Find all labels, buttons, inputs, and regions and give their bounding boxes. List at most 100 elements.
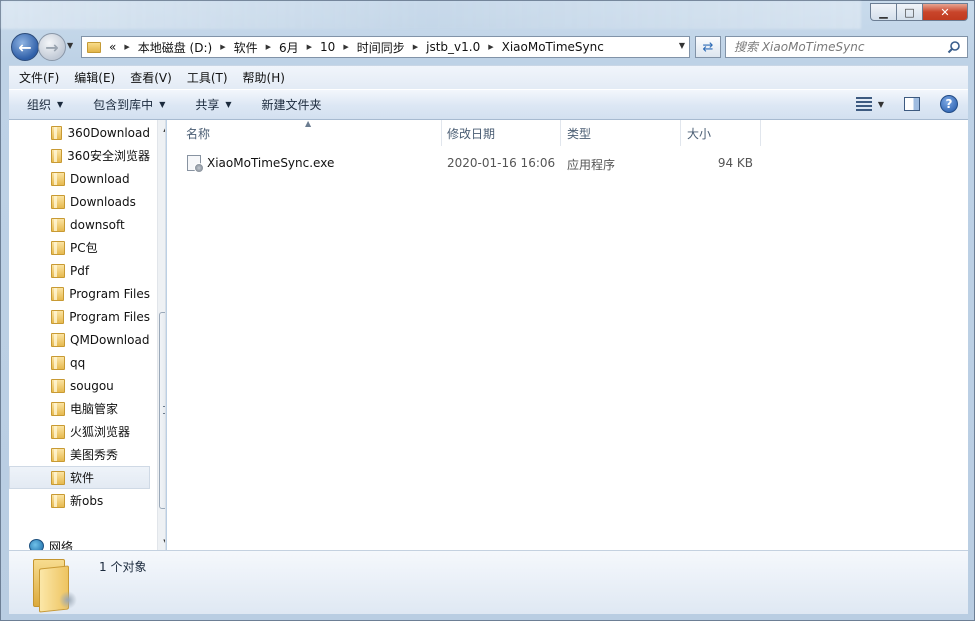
organize-button[interactable]: 组织 ▼: [27, 96, 63, 113]
new-folder-button[interactable]: 新建文件夹: [262, 96, 322, 113]
close-button[interactable]: ✕: [922, 3, 968, 21]
sidebar-item-meitu[interactable]: 美图秀秀: [9, 443, 150, 466]
sidebar-item-qmdownload[interactable]: QMDownload: [9, 328, 150, 351]
forward-button[interactable]: →: [38, 33, 66, 61]
explorer-window: ▁ □ ✕ ← → ▼ « ▶ 本地磁盘 (D:) ▶ 软件 ▶ 6月 ▶ 10…: [0, 0, 975, 621]
menu-view[interactable]: 查看(V): [125, 69, 177, 86]
maximize-button[interactable]: □: [896, 3, 923, 21]
address-bar[interactable]: « ▶ 本地磁盘 (D:) ▶ 软件 ▶ 6月 ▶ 10 ▶ 时间同步 ▶ js…: [81, 36, 690, 58]
column-header-type[interactable]: 类型: [567, 120, 591, 146]
minimize-button[interactable]: ▁: [870, 3, 897, 21]
sidebar-item-360-browser[interactable]: 360安全浏览器: [9, 144, 150, 167]
sidebar-item-downsoft[interactable]: downsoft: [9, 213, 150, 236]
chevron-right-icon[interactable]: ▶: [124, 43, 129, 51]
application-icon: [187, 155, 204, 173]
breadcrumb-item-current[interactable]: XiaoMoTimeSync: [502, 40, 604, 54]
column-divider[interactable]: [441, 120, 442, 146]
sidebar-item-downloads[interactable]: Downloads: [9, 190, 150, 213]
chevron-down-icon[interactable]: ▼: [878, 100, 884, 109]
breadcrumb-item[interactable]: 本地磁盘 (D:): [138, 39, 212, 56]
chevron-right-icon[interactable]: ▶: [266, 43, 271, 51]
refresh-button[interactable]: ⇄: [695, 36, 721, 58]
menu-edit[interactable]: 编辑(E): [69, 69, 120, 86]
sidebar-item-pdf[interactable]: Pdf: [9, 259, 150, 282]
help-icon[interactable]: ?: [940, 95, 958, 113]
include-in-library-label: 包含到库中: [93, 98, 154, 112]
sidebar-item-pc-manager[interactable]: 电脑管家: [9, 397, 150, 420]
sidebar-item-360download[interactable]: 360Download: [9, 121, 150, 144]
preview-pane-icon[interactable]: [904, 97, 920, 111]
sort-ascending-icon: ▲: [305, 119, 312, 128]
folder-icon: [51, 148, 63, 163]
breadcrumb-item[interactable]: 6月: [279, 39, 299, 56]
table-row[interactable]: XiaoMoTimeSync.exe 2020-01-16 16:06 应用程序…: [181, 153, 941, 175]
breadcrumb-item[interactable]: 10: [320, 40, 335, 54]
chevron-right-icon[interactable]: ▶: [413, 43, 418, 51]
menu-file[interactable]: 文件(F): [14, 69, 64, 86]
folder-icon: [51, 470, 65, 485]
menu-bar: 文件(F) 编辑(E) 查看(V) 工具(T) 帮助(H): [9, 65, 968, 89]
file-size: 94 KB: [717, 156, 753, 170]
address-dropdown-icon[interactable]: ▼: [679, 41, 685, 50]
scroll-up-icon[interactable]: ▲: [158, 120, 165, 137]
share-button[interactable]: 共享 ▼: [195, 96, 231, 113]
menu-tools[interactable]: 工具(T): [182, 69, 233, 86]
breadcrumb-item[interactable]: jstb_v1.0: [426, 40, 480, 54]
recent-pages-dropdown[interactable]: ▼: [67, 41, 73, 50]
new-folder-label: 新建文件夹: [261, 98, 322, 112]
title-bar: [1, 1, 861, 29]
sidebar-item-network[interactable]: 网络: [9, 536, 73, 550]
sidebar-item-sougou[interactable]: sougou: [9, 374, 150, 397]
sidebar-item-qq[interactable]: qq: [9, 351, 150, 374]
column-divider[interactable]: [560, 120, 561, 146]
sidebar-item-firefox[interactable]: 火狐浏览器: [9, 420, 150, 443]
include-in-library-button[interactable]: 包含到库中 ▼: [93, 96, 165, 113]
search-box[interactable]: [725, 36, 968, 58]
search-input[interactable]: [734, 40, 944, 54]
column-divider[interactable]: [680, 120, 681, 146]
sidebar-item-new-obs[interactable]: 新obs: [9, 489, 150, 512]
network-icon: [29, 539, 44, 550]
folder-icon: [51, 263, 65, 278]
sidebar-item-software[interactable]: 软件: [9, 466, 150, 489]
column-header-date[interactable]: 修改日期: [447, 120, 495, 146]
back-button[interactable]: ←: [11, 33, 39, 61]
folder-icon: [51, 332, 65, 347]
column-divider[interactable]: [760, 120, 761, 146]
chevron-right-icon[interactable]: ▶: [343, 43, 348, 51]
sidebar-item-program-files-2[interactable]: Program Files: [9, 305, 150, 328]
folder-icon: [51, 355, 65, 370]
menu-help[interactable]: 帮助(H): [238, 69, 290, 86]
sidebar-item-label: Download: [70, 171, 130, 186]
sidebar-item-label: downsoft: [70, 217, 125, 232]
sidebar-scrollbar[interactable]: ▲ ▼: [157, 120, 165, 550]
sidebar-item-download[interactable]: Download: [9, 167, 150, 190]
file-date: 2020-01-16 16:06: [447, 156, 556, 170]
folder-icon: [51, 447, 65, 462]
sidebar-item-label: 软件: [70, 471, 95, 485]
folder-icon: [29, 555, 79, 613]
sidebar-item-label: qq: [70, 355, 86, 370]
navigation-pane: 360Download 360安全浏览器 Download Downloads …: [9, 120, 166, 550]
sidebar-item-label: 电脑管家: [70, 402, 119, 416]
chevron-right-icon[interactable]: ▶: [307, 43, 312, 51]
folder-icon: [87, 41, 101, 53]
details-pane: 1 个对象: [9, 550, 968, 614]
window-controls: ▁ □ ✕: [870, 3, 968, 21]
scroll-thumb[interactable]: [159, 312, 165, 509]
chevron-right-icon[interactable]: ▶: [220, 43, 225, 51]
scroll-down-icon[interactable]: ▼: [158, 533, 165, 550]
folder-icon: [51, 217, 65, 232]
breadcrumb-overflow[interactable]: «: [109, 40, 116, 54]
sidebar-item-pc-pack[interactable]: PC包: [9, 236, 150, 259]
view-options-icon[interactable]: [855, 97, 872, 111]
sidebar-item-program-files[interactable]: Program Files: [9, 282, 150, 305]
folder-icon: [51, 401, 65, 416]
column-header-size[interactable]: 大小: [687, 120, 711, 146]
search-icon[interactable]: [947, 40, 961, 54]
chevron-right-icon[interactable]: ▶: [488, 43, 493, 51]
breadcrumb-item[interactable]: 时间同步: [357, 39, 405, 56]
breadcrumb-item[interactable]: 软件: [234, 39, 258, 56]
column-header-name[interactable]: 名称: [186, 120, 210, 146]
folder-icon: [51, 125, 63, 140]
